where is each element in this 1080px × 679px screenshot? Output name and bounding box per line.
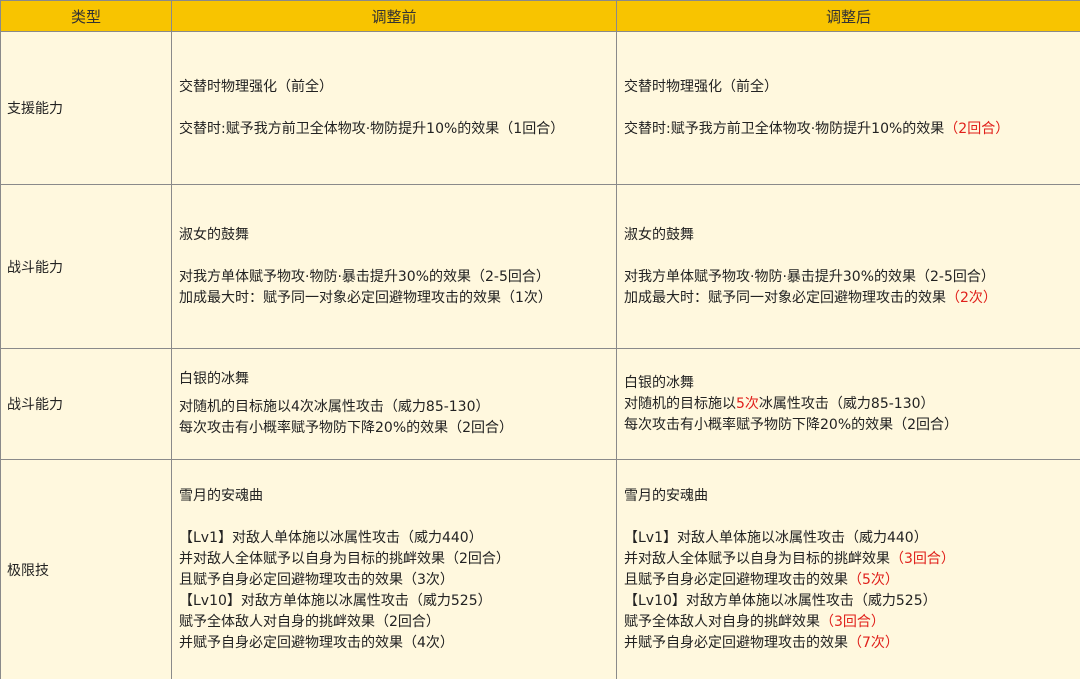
skill-title: 淑女的鼓舞 <box>179 226 249 243</box>
before-cell: 雪月的安魂曲 【Lv1】对敌人单体施以冰属性攻击（威力440） 并对敌人全体赋予… <box>171 459 617 679</box>
skill-title: 白银的冰舞 <box>179 371 249 387</box>
skill-title: 交替时物理强化（前全） <box>624 78 778 95</box>
table-row: 支援能力 交替时物理强化（前全） 交替时:赋予我方前卫全体物攻·物防提升10%的… <box>0 31 1080 185</box>
skill-line: 且赋予自身必定回避物理攻击的效果（5次） <box>624 572 899 588</box>
before-cell: 交替时物理强化（前全） 交替时:赋予我方前卫全体物攻·物防提升10%的效果（1回… <box>171 31 617 185</box>
changed-value: （2次） <box>946 289 997 306</box>
skill-line: 加成最大时：赋予同一对象必定回避物理攻击的效果（1次） <box>179 289 552 306</box>
skill-line: 赋予全体敌人对自身的挑衅效果（2回合） <box>179 614 440 630</box>
skill-line: 且赋予自身必定回避物理攻击的效果（3次） <box>179 572 454 588</box>
after-cell: 交替时物理强化（前全） 交替时:赋予我方前卫全体物攻·物防提升10%的效果（2回… <box>616 31 1080 185</box>
skill-line: 交替时:赋予我方前卫全体物攻·物防提升10%的效果（2回合） <box>624 120 1010 137</box>
skill-line: 并对敌人全体赋予以自身为目标的挑衅效果（3回合） <box>624 551 955 567</box>
skill-line: 对我方单体赋予物攻·物防·暴击提升30%的效果（2-5回合） <box>624 268 995 285</box>
skill-line: 交替时:赋予我方前卫全体物攻·物防提升10%的效果（1回合） <box>179 120 565 137</box>
skill-line: 对我方单体赋予物攻·物防·暴击提升30%的效果（2-5回合） <box>179 268 550 285</box>
after-cell: 雪月的安魂曲 【Lv1】对敌人单体施以冰属性攻击（威力440） 并对敌人全体赋予… <box>616 459 1080 679</box>
skill-line: 每次攻击有小概率赋予物防下降20%的效果（2回合） <box>179 420 514 436</box>
skill-line: 【Lv10】对敌方单体施以冰属性攻击（威力525） <box>179 593 492 609</box>
skill-title: 白银的冰舞 <box>624 374 694 391</box>
row-type: 极限技 <box>0 459 172 679</box>
skill-line: 【Lv10】对敌方单体施以冰属性攻击（威力525） <box>624 593 937 609</box>
changed-value: （2回合） <box>944 120 1010 137</box>
table-row: 极限技 雪月的安魂曲 【Lv1】对敌人单体施以冰属性攻击（威力440） 并对敌人… <box>0 459 1080 679</box>
changed-value: （7次） <box>848 635 899 651</box>
after-cell: 淑女的鼓舞 对我方单体赋予物攻·物防·暴击提升30%的效果（2-5回合） 加成最… <box>616 184 1080 349</box>
skill-line: 并赋予自身必定回避物理攻击的效果（7次） <box>624 635 899 651</box>
before-cell: 白银的冰舞 对随机的目标施以4次冰属性攻击（威力85-130） 每次攻击有小概率… <box>171 348 617 460</box>
changed-value: （3回合） <box>890 551 955 567</box>
header-after: 调整后 <box>616 0 1080 32</box>
skill-line: 对随机的目标施以4次冰属性攻击（威力85-130） <box>179 399 490 415</box>
skill-title: 雪月的安魂曲 <box>624 488 708 504</box>
header-row: 类型 调整前 调整后 <box>0 0 1080 32</box>
skill-line: 并赋予自身必定回避物理攻击的效果（4次） <box>179 635 454 651</box>
skill-line: 对随机的目标施以5次冰属性攻击（威力85-130） <box>624 395 935 412</box>
skill-title: 淑女的鼓舞 <box>624 226 694 243</box>
skill-line: 加成最大时：赋予同一对象必定回避物理攻击的效果（2次） <box>624 289 997 306</box>
skill-title: 交替时物理强化（前全） <box>179 78 333 95</box>
row-type: 战斗能力 <box>0 348 172 460</box>
skill-line: 赋予全体敌人对自身的挑衅效果（3回合） <box>624 614 885 630</box>
header-type: 类型 <box>0 0 172 32</box>
before-cell: 淑女的鼓舞 对我方单体赋予物攻·物防·暴击提升30%的效果（2-5回合） 加成最… <box>171 184 617 349</box>
changed-value: （5次） <box>848 572 899 588</box>
table-row: 战斗能力 白银的冰舞 对随机的目标施以4次冰属性攻击（威力85-130） 每次攻… <box>0 348 1080 460</box>
changed-value: 5次 <box>736 395 759 412</box>
changed-value: （3回合） <box>820 614 885 630</box>
skill-line: 【Lv1】对敌人单体施以冰属性攻击（威力440） <box>624 530 928 546</box>
skill-line: 【Lv1】对敌人单体施以冰属性攻击（威力440） <box>179 530 483 546</box>
skill-title: 雪月的安魂曲 <box>179 488 263 504</box>
row-type: 支援能力 <box>0 31 172 185</box>
comparison-table: 类型 调整前 调整后 支援能力 交替时物理强化（前全） 交替时:赋予我方前卫全体… <box>0 0 1080 679</box>
table-row: 战斗能力 淑女的鼓舞 对我方单体赋予物攻·物防·暴击提升30%的效果（2-5回合… <box>0 184 1080 349</box>
after-cell: 白银的冰舞 对随机的目标施以5次冰属性攻击（威力85-130） 每次攻击有小概率… <box>616 348 1080 460</box>
header-before: 调整前 <box>171 0 617 32</box>
row-type: 战斗能力 <box>0 184 172 349</box>
skill-line: 每次攻击有小概率赋予物防下降20%的效果（2回合） <box>624 416 959 433</box>
skill-line: 并对敌人全体赋予以自身为目标的挑衅效果（2回合） <box>179 551 510 567</box>
